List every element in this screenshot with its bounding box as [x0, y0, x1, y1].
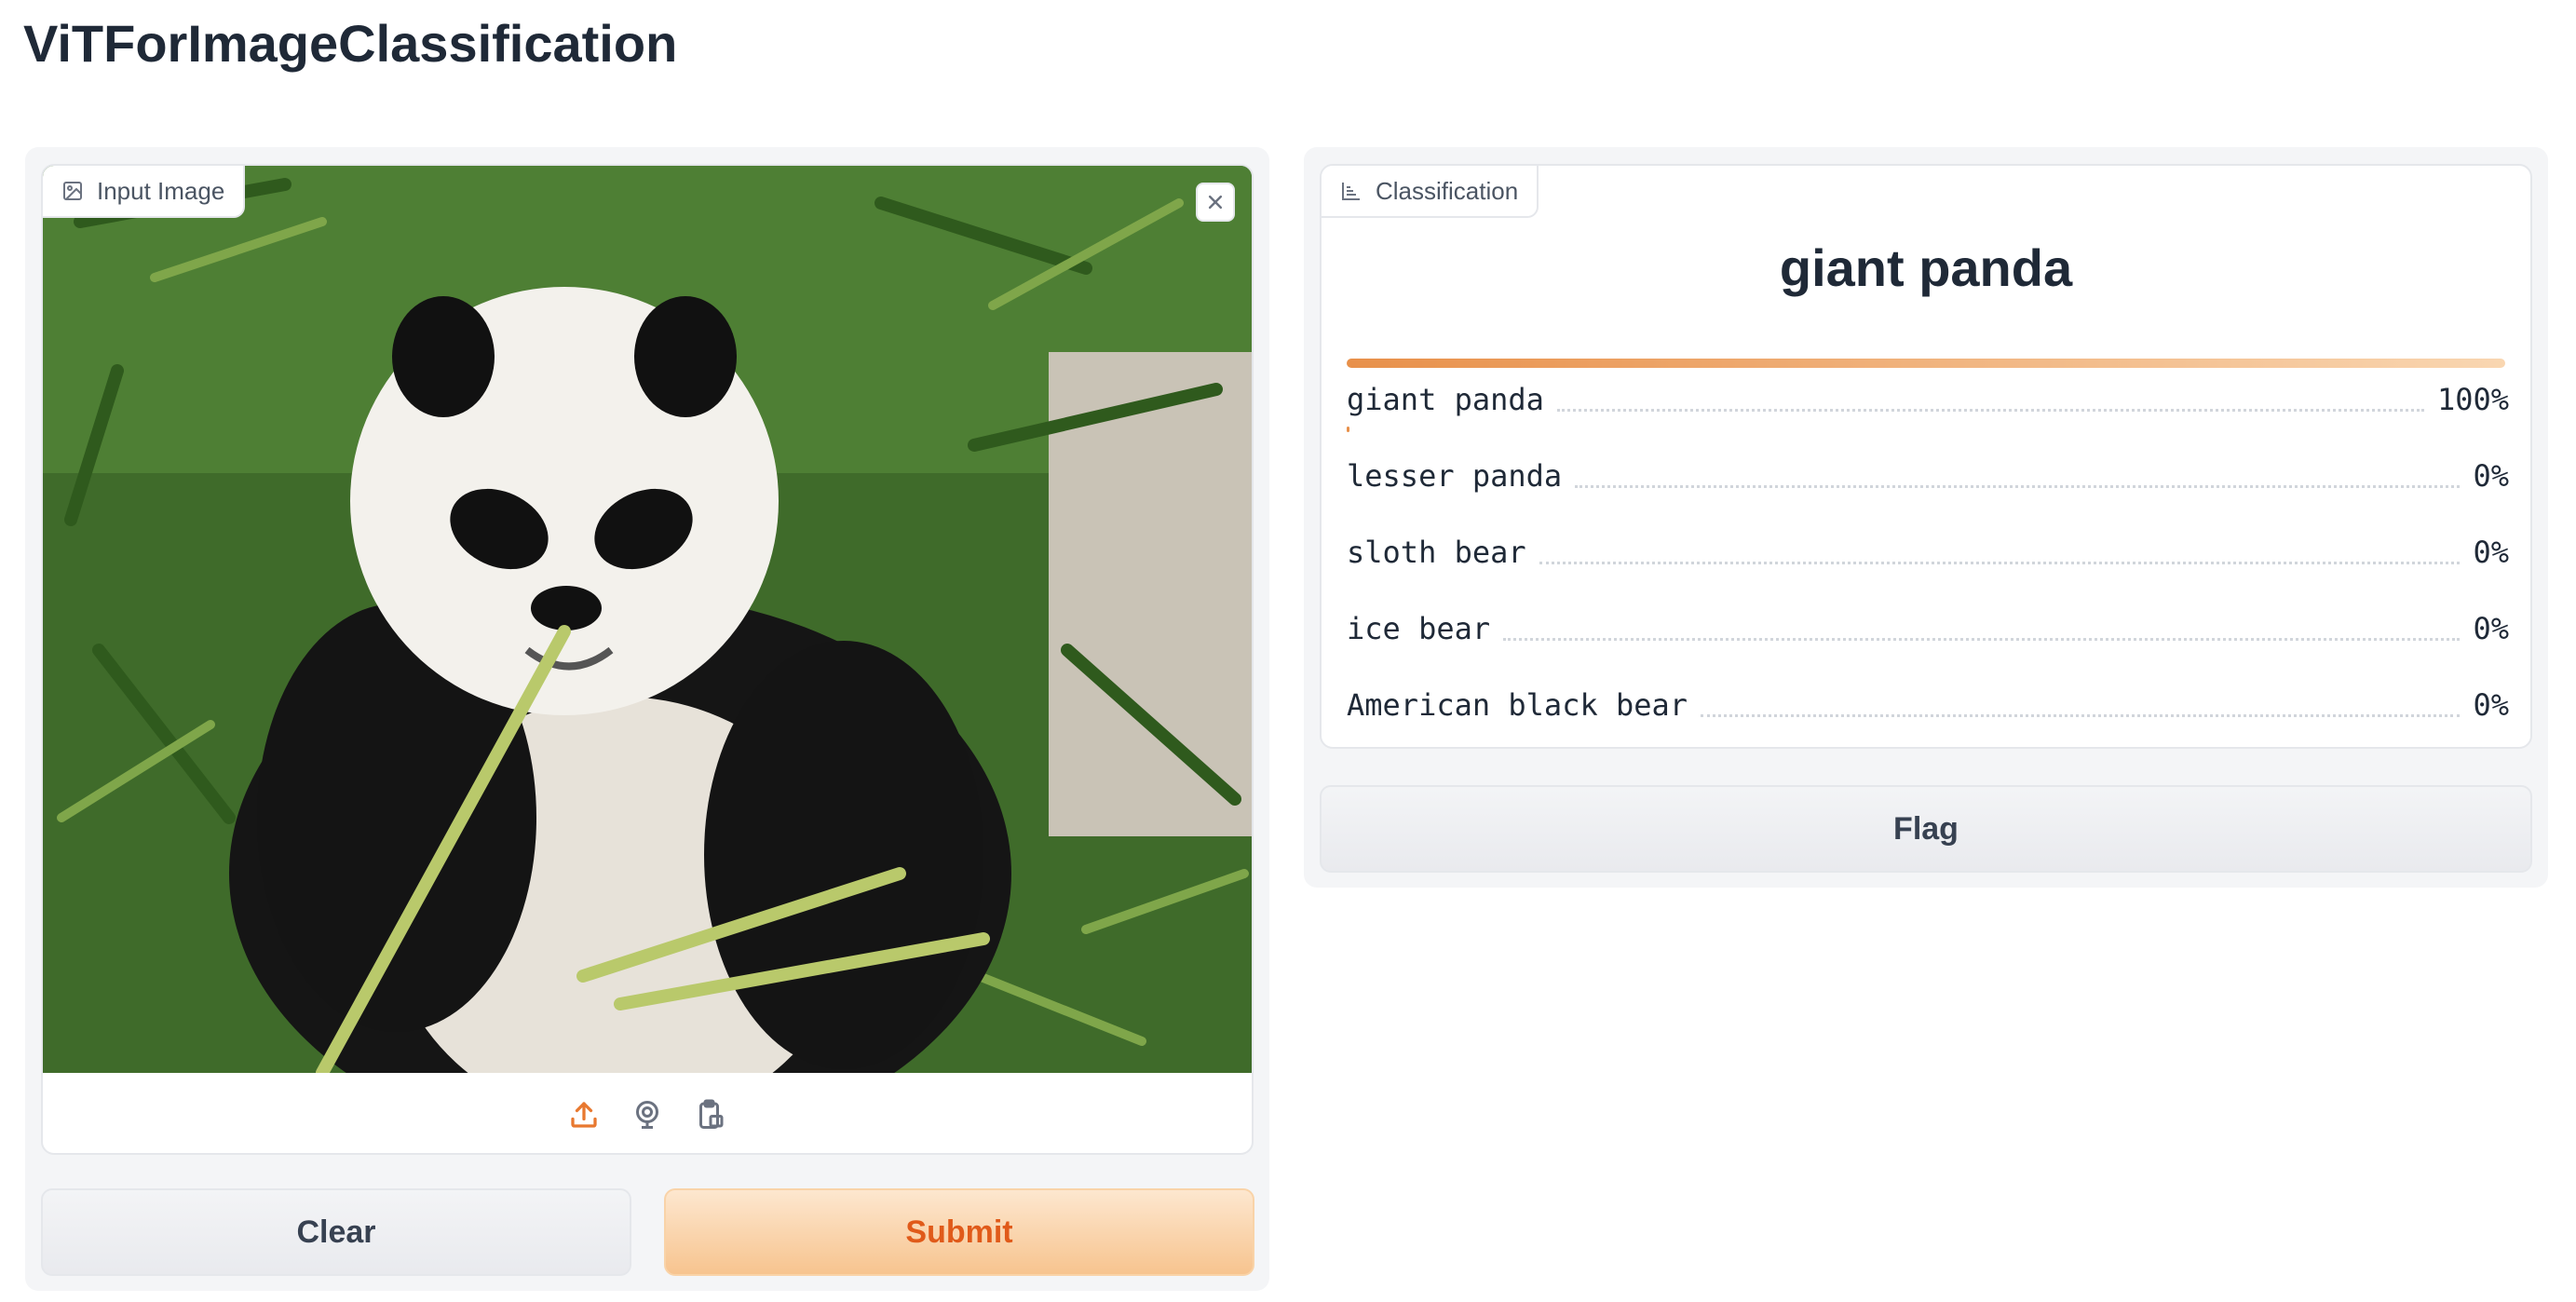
clipboard-source-button[interactable]	[691, 1095, 730, 1134]
classification-tag: Classification	[1322, 166, 1539, 218]
result-row: lesser panda 0%	[1347, 449, 2509, 525]
input-image-label: Input Image	[97, 176, 225, 205]
result-label: ice bear	[1347, 611, 1491, 646]
webcam-source-button[interactable]	[628, 1095, 667, 1134]
result-row: giant panda 100%	[1347, 373, 2509, 449]
result-percent: 0%	[2473, 535, 2509, 570]
classification-label: Classification	[1376, 176, 1519, 205]
input-image-tag: Input Image	[43, 166, 246, 218]
result-percent: 0%	[2473, 611, 2509, 646]
result-label: sloth bear	[1347, 535, 1526, 570]
result-row: American black bear 0%	[1347, 678, 2509, 754]
flag-button[interactable]: Flag	[1320, 785, 2532, 873]
image-icon	[63, 182, 82, 200]
image-source-bar	[43, 1075, 1252, 1153]
clipboard-icon	[699, 1099, 724, 1129]
result-percent: 0%	[2473, 458, 2509, 494]
submit-button[interactable]: Submit	[664, 1188, 1254, 1276]
panda-image	[43, 166, 1252, 1073]
upload-source-button[interactable]	[564, 1095, 603, 1134]
result-percent: 0%	[2473, 687, 2509, 723]
result-label: American black bear	[1347, 687, 1688, 723]
close-icon	[1208, 195, 1223, 210]
clear-image-button[interactable]	[1196, 183, 1235, 222]
top-confidence-bar	[1347, 359, 2505, 368]
image-input-block[interactable]: Input Image	[41, 164, 1254, 1155]
top-prediction: giant panda	[1779, 238, 2073, 297]
clear-button[interactable]: Clear	[41, 1188, 631, 1276]
results-list: giant panda 100% lesser panda 0% sloth b…	[1347, 373, 2509, 754]
webcam-icon	[636, 1101, 658, 1129]
upload-icon	[571, 1102, 597, 1128]
result-row: ice bear 0%	[1347, 602, 2509, 678]
bar-chart-icon	[1342, 183, 1360, 200]
confidence-bar	[1347, 427, 1349, 432]
result-label: giant panda	[1347, 382, 1544, 417]
result-row: sloth bear 0%	[1347, 525, 2509, 602]
app-title: ViTForImageClassification	[23, 14, 678, 73]
result-percent: 100%	[2436, 382, 2509, 417]
result-label: lesser panda	[1347, 458, 1563, 494]
